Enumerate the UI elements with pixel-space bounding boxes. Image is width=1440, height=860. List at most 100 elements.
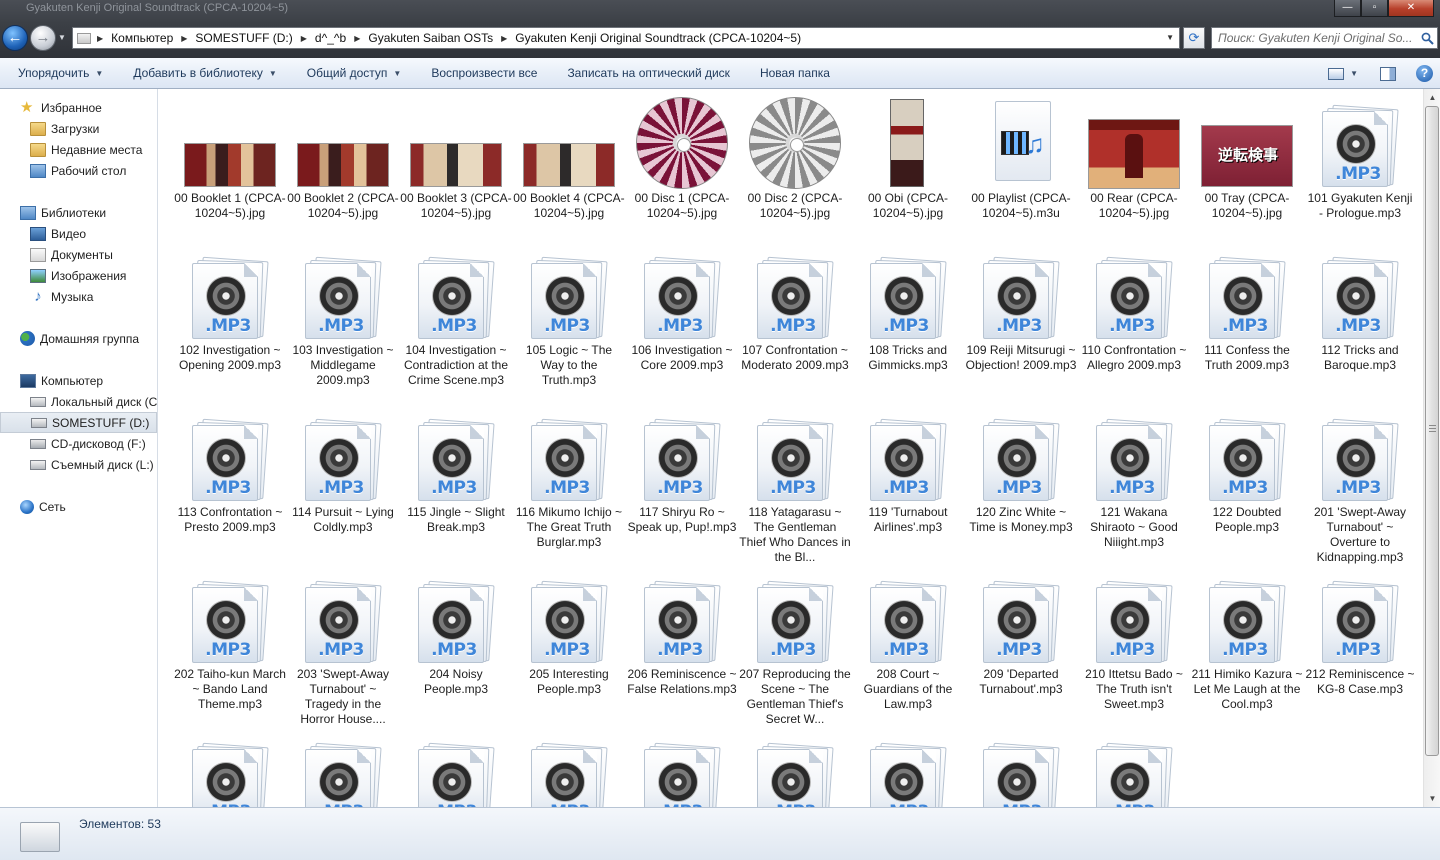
breadcrumb-item[interactable]: Компьютер ▶: [111, 31, 195, 45]
sidebar-item-computer[interactable]: Компьютер: [0, 370, 157, 391]
file-item[interactable]: .MP3 203 'Swept-Away Turnabout' ~ Tragedy…: [287, 573, 399, 733]
file-item[interactable]: .MP3 204 Noisy People.mp3: [400, 573, 512, 733]
sidebar-item-network[interactable]: Сеть: [0, 496, 157, 517]
sidebar-item-documents[interactable]: Документы: [0, 244, 157, 265]
minimize-button[interactable]: —: [1334, 0, 1361, 17]
change-view-icon[interactable]: [1328, 67, 1345, 80]
file-item[interactable]: .MP3 209 'Departed Turnabout'.mp3: [965, 573, 1077, 733]
file-item[interactable]: .MP3 113 Confrontation ~ Presto 2009.mp3: [174, 411, 286, 571]
organize-menu[interactable]: Упорядочить ▼: [0, 58, 118, 88]
file-item[interactable]: .MP3: [965, 735, 1077, 807]
file-item[interactable]: .MP3 211 Himiko Kazura ~ Let Me Laugh at …: [1191, 573, 1303, 733]
file-item[interactable]: .MP3 107 Confrontation ~ Moderato 2009.mp…: [739, 249, 851, 409]
add-to-library-menu[interactable]: Добавить в библиотеку ▼: [118, 58, 291, 88]
file-item[interactable]: .MP3 116 Mikumo Ichijo ~ The Great Truth …: [513, 411, 625, 571]
file-item[interactable]: .MP3 102 Investigation ~ Opening 2009.mp3: [174, 249, 286, 409]
sidebar-item-music[interactable]: ♪ Музыка: [0, 286, 157, 307]
breadcrumb-item[interactable]: d^_^b ▶: [315, 31, 368, 45]
file-item[interactable]: .MP3 202 Taiho-kun March ~ Bando Land The…: [174, 573, 286, 733]
sidebar-item-favorites[interactable]: ★ Избранное: [0, 97, 157, 118]
view-options-dropdown[interactable]: ▼: [1350, 69, 1358, 78]
file-item[interactable]: 00 Booklet 4 (CPCA-10204~5).jpg: [513, 97, 625, 257]
sidebar-item-images[interactable]: Изображения: [0, 265, 157, 286]
burn-button[interactable]: Записать на оптический диск: [552, 58, 745, 88]
address-bar[interactable]: ▶ Компьютер ▶ SOMESTUFF (D:) ▶ d^_^b ▶ Gyak…: [72, 27, 1180, 49]
file-item[interactable]: .MP3: [626, 735, 738, 807]
file-item[interactable]: .MP3 106 Investigation ~ Core 2009.mp3: [626, 249, 738, 409]
sidebar-item-libraries[interactable]: Библиотеки: [0, 202, 157, 223]
file-item[interactable]: .MP3 212 Reminiscence ~ KG-8 Case.mp3: [1304, 573, 1416, 733]
file-item[interactable]: 00 Rear (CPCA-10204~5).jpg: [1078, 97, 1190, 257]
file-item[interactable]: 00 Disc 2 (CPCA-10204~5).jpg: [739, 97, 851, 257]
file-item[interactable]: .MP3: [739, 735, 851, 807]
preview-pane-icon[interactable]: [1380, 66, 1396, 81]
file-item[interactable]: .MP3 115 Jingle ~ Slight Break.mp3: [400, 411, 512, 571]
file-item[interactable]: .MP3: [287, 735, 399, 807]
file-item[interactable]: .MP3 208 Court ~ Guardians of the Law.mp3: [852, 573, 964, 733]
file-item[interactable]: 00 Disc 1 (CPCA-10204~5).jpg: [626, 97, 738, 257]
maximize-button[interactable]: ▫: [1361, 0, 1388, 17]
file-item[interactable]: .MP3 114 Pursuit ~ Lying Coldly.mp3: [287, 411, 399, 571]
breadcrumb-item[interactable]: Gyakuten Kenji Original Soundtrack (CPCA…: [515, 31, 801, 45]
help-icon[interactable]: ?: [1416, 65, 1433, 82]
breadcrumb-item[interactable]: SOMESTUFF (D:) ▶: [195, 31, 314, 45]
scroll-down-button[interactable]: ▼: [1424, 790, 1440, 807]
file-item[interactable]: .MP3 207 Reproducing the Scene ~ The Gent…: [739, 573, 851, 733]
breadcrumb-root-arrow[interactable]: ▶: [97, 34, 111, 43]
file-item[interactable]: .MP3 120 Zinc White ~ Time is Money.mp3: [965, 411, 1077, 571]
file-item[interactable]: .MP3 105 Logic ~ The Way to the Truth.mp3: [513, 249, 625, 409]
file-item[interactable]: .MP3 121 Wakana Shiraoto ~ Good Niiight.m…: [1078, 411, 1190, 571]
file-item[interactable]: ♫ 00 Playlist (CPCA-10204~5).m3u: [965, 97, 1077, 257]
scrollbar-thumb[interactable]: [1425, 106, 1439, 756]
file-item[interactable]: .MP3 118 Yatagarasu ~ The Gentleman Thief…: [739, 411, 851, 571]
sidebar-item-downloads[interactable]: Загрузки: [0, 118, 157, 139]
back-button[interactable]: ←: [2, 25, 28, 51]
share-menu[interactable]: Общий доступ ▼: [292, 58, 417, 88]
close-button[interactable]: ✕: [1388, 0, 1434, 17]
sidebar-item-drive-c[interactable]: Локальный диск (C: [0, 391, 157, 412]
file-item[interactable]: .MP3 108 Tricks and Gimmicks.mp3: [852, 249, 964, 409]
file-item[interactable]: .MP3 111 Confess the Truth 2009.mp3: [1191, 249, 1303, 409]
file-item[interactable]: .MP3: [513, 735, 625, 807]
sidebar-item-cd-drive[interactable]: CD-дисковод (F:): [0, 433, 157, 454]
file-item[interactable]: .MP3: [852, 735, 964, 807]
recent-pages-dropdown[interactable]: ▼: [58, 33, 66, 42]
file-item[interactable]: 00 Obi (CPCA-10204~5).jpg: [852, 97, 964, 257]
sidebar-item-video[interactable]: Видео: [0, 223, 157, 244]
address-history-dropdown[interactable]: ▼: [1166, 33, 1174, 42]
file-item[interactable]: .MP3 104 Investigation ~ Contradiction at…: [400, 249, 512, 409]
file-item[interactable]: 00 Booklet 2 (CPCA-10204~5).jpg: [287, 97, 399, 257]
file-item[interactable]: .MP3 103 Investigation ~ Middlegame 2009.…: [287, 249, 399, 409]
file-item[interactable]: .MP3 201 'Swept-Away Turnabout' ~ Overtur…: [1304, 411, 1416, 571]
file-item[interactable]: .MP3 119 'Turnabout Airlines'.mp3: [852, 411, 964, 571]
breadcrumb-item[interactable]: Gyakuten Saiban OSTs ▶: [368, 31, 515, 45]
file-item[interactable]: .MP3 206 Reminiscence ~ False Relations.m…: [626, 573, 738, 733]
file-item[interactable]: .MP3 122 Doubted People.mp3: [1191, 411, 1303, 571]
scroll-up-button[interactable]: ▲: [1424, 89, 1440, 106]
search-icon[interactable]: [1421, 32, 1434, 45]
file-item[interactable]: .MP3 117 Shiryu Ro ~ Speak up, Pup!.mp3: [626, 411, 738, 571]
play-all-button[interactable]: Воспроизвести все: [416, 58, 552, 88]
vertical-scrollbar[interactable]: ▲ ▼: [1423, 89, 1440, 807]
file-item[interactable]: .MP3: [1078, 735, 1190, 807]
search-input[interactable]: Поиск: Gyakuten Kenji Original So...: [1211, 27, 1438, 49]
file-item[interactable]: .MP3: [174, 735, 286, 807]
file-item[interactable]: 00 Booklet 3 (CPCA-10204~5).jpg: [400, 97, 512, 257]
sidebar-item-homegroup[interactable]: Домашняя группа: [0, 328, 157, 349]
file-item[interactable]: .MP3 205 Interesting People.mp3: [513, 573, 625, 733]
file-item[interactable]: .MP3 101 Gyakuten Kenji - Prologue.mp3: [1304, 97, 1416, 257]
forward-button[interactable]: →: [30, 25, 56, 51]
new-folder-button[interactable]: Новая папка: [745, 58, 845, 88]
sidebar-item-removable-drive[interactable]: Съемный диск (L:): [0, 454, 157, 475]
sidebar-item-desktop[interactable]: Рабочий стол: [0, 160, 157, 181]
file-item[interactable]: .MP3 210 Ittetsu Bado ~ The Truth isn't S…: [1078, 573, 1190, 733]
file-item[interactable]: .MP3: [400, 735, 512, 807]
sidebar-item-recent-places[interactable]: Недавние места: [0, 139, 157, 160]
file-item[interactable]: 00 Booklet 1 (CPCA-10204~5).jpg: [174, 97, 286, 257]
file-item[interactable]: .MP3 110 Confrontation ~ Allegro 2009.mp3: [1078, 249, 1190, 409]
file-item[interactable]: .MP3 109 Reiji Mitsurugi ~ Objection! 200…: [965, 249, 1077, 409]
file-item[interactable]: .MP3 112 Tricks and Baroque.mp3: [1304, 249, 1416, 409]
file-item[interactable]: 00 Tray (CPCA-10204~5).jpg: [1191, 97, 1303, 257]
sidebar-item-drive-d[interactable]: SOMESTUFF (D:): [0, 412, 157, 433]
refresh-button[interactable]: ⟳: [1183, 27, 1205, 49]
